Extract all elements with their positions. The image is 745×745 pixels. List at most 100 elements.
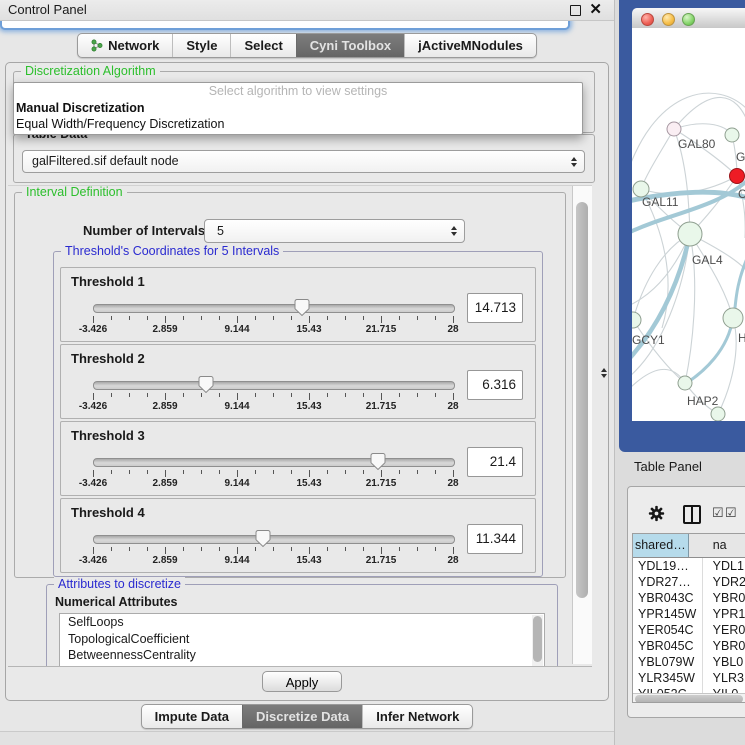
slider-scale <box>93 470 453 478</box>
threshold-slider[interactable] <box>93 304 455 313</box>
checkbox-icon[interactable]: ☑ <box>725 506 737 519</box>
table-horizontal-scrollbar-thumb[interactable] <box>635 695 743 703</box>
slider-scale <box>93 393 453 401</box>
network-window-titlebar[interactable] <box>632 8 745 29</box>
attributes-group: Attributes to discretize Numerical Attri… <box>46 584 558 667</box>
close-window-icon[interactable]: ✕ <box>589 0 602 19</box>
network-node-green[interactable] <box>723 308 743 328</box>
network-node-red[interactable] <box>730 169 745 184</box>
list-item[interactable]: BetweennessCentrality <box>60 647 544 664</box>
bottom-tab-group: Impute Data Discretize Data Infer Network <box>141 704 474 729</box>
network-node-green[interactable] <box>678 376 692 390</box>
threshold-slider[interactable] <box>93 535 455 544</box>
threshold-value-field[interactable]: 6.316 <box>467 370 523 400</box>
threshold-panel-1: Threshold 1-3.4262.8599.14415.4321.71528… <box>60 267 536 342</box>
threshold-value-field[interactable]: 21.4 <box>467 447 523 477</box>
top-tab-group: NetworkStyleSelectCyni ToolboxjActiveMNo… <box>77 33 537 58</box>
column-header-2[interactable]: na <box>689 534 745 557</box>
threshold-value-field[interactable]: 14.713 <box>467 293 523 323</box>
list-item[interactable]: TopologicalCoefficient <box>60 631 544 648</box>
dropdown-option-equal-width-frequency-discretization[interactable]: Equal Width/Frequency Discretization <box>14 116 582 132</box>
table-data-group: Table Data galFiltered.sif default node <box>13 134 595 183</box>
table-row[interactable]: YLR345WYLR3 <box>633 670 745 686</box>
gear-icon[interactable] <box>648 505 665 527</box>
table-row[interactable]: YBL079WYBL0 <box>633 654 745 670</box>
table-row[interactable]: YBR045CYBR0 <box>633 638 745 654</box>
toolbox-tab-bar: NetworkStyleSelectCyni ToolboxjActiveMNo… <box>0 33 614 58</box>
tick-label: 15.43 <box>296 478 321 489</box>
float-window-icon[interactable] <box>570 5 581 16</box>
table-data-combobox-value: galFiltered.sif default node <box>32 151 179 172</box>
list-item[interactable]: SelfLoops <box>60 614 544 631</box>
threshold-slider[interactable] <box>93 458 455 467</box>
table-row[interactable]: YPR145WYPR1 <box>633 606 745 622</box>
tab-select[interactable]: Select <box>230 34 295 57</box>
tick-label: 15.43 <box>296 555 321 566</box>
cell-name: YPR1 <box>703 606 745 622</box>
tab-impute-data[interactable]: Impute Data <box>142 705 242 728</box>
tab-discretize-data[interactable]: Discretize Data <box>242 705 362 728</box>
network-node-green[interactable] <box>711 407 725 421</box>
close-traffic-light[interactable] <box>641 13 654 26</box>
cell-name: YLR3 <box>703 670 745 686</box>
settings-vertical-scrollbar-thumb[interactable] <box>576 202 588 598</box>
tab-infer-network[interactable]: Infer Network <box>362 705 472 728</box>
table-panel-title: Table Panel <box>634 459 702 474</box>
slider-scale-labels: -3.4262.8599.14415.4321.71528 <box>93 324 453 336</box>
table-data-combobox[interactable]: galFiltered.sif default node <box>22 150 585 173</box>
algorithm-dropdown-popup: Select algorithm to view settings Manual… <box>13 82 583 135</box>
settings-vertical-scrollbar[interactable] <box>572 186 592 664</box>
network-node-pink[interactable] <box>667 122 681 136</box>
threshold-slider[interactable] <box>93 381 455 390</box>
apply-button[interactable]: Apply <box>262 671 342 692</box>
network-node-green[interactable] <box>725 128 739 142</box>
column-header-1[interactable]: shared… <box>633 534 689 557</box>
checkbox-icon[interactable]: ☑ <box>712 506 724 519</box>
combo-arrows-icon <box>451 226 457 236</box>
slider-scale-labels: -3.4262.8599.14415.4321.71528 <box>93 401 453 413</box>
tab-cyni-toolbox[interactable]: Cyni Toolbox <box>296 34 404 57</box>
table-row[interactable]: YDL19…YDL1 <box>633 558 745 574</box>
table-row[interactable]: YER054CYER0 <box>633 622 745 638</box>
zoom-traffic-light[interactable] <box>682 13 695 26</box>
list-scrollbar-thumb[interactable] <box>533 616 542 662</box>
node-label: GCY1 <box>632 333 665 347</box>
network-icon <box>91 39 103 52</box>
interval-definition-group: Interval Definition Number of Intervals … <box>14 192 566 578</box>
dropdown-option-manual-discretization[interactable]: Manual Discretization <box>14 100 582 116</box>
tick-label: 9.144 <box>224 401 249 412</box>
tab-network[interactable]: Network <box>78 34 172 57</box>
list-scrollbar[interactable] <box>532 615 543 667</box>
number-of-intervals-combobox[interactable]: 5 <box>204 219 465 243</box>
network-node-green[interactable] <box>632 312 641 328</box>
tab-label: Discretize Data <box>256 705 349 728</box>
minimize-traffic-light[interactable] <box>662 13 675 26</box>
threshold-value-field[interactable]: 11.344 <box>467 524 523 554</box>
group-title-discretization-algorithm: Discretization Algorithm <box>21 64 160 78</box>
columns-icon[interactable] <box>683 505 701 524</box>
tab-style[interactable]: Style <box>172 34 230 57</box>
network-canvas[interactable]: GAL80GAGAL11CGAL4GCY1HHAP2 <box>632 28 745 421</box>
window-title: Control Panel <box>8 0 87 20</box>
table-row[interactable]: YBR043CYBR0 <box>633 590 745 606</box>
dropdown-hint: Select algorithm to view settings <box>14 83 582 100</box>
tick-label: 15.43 <box>296 324 321 335</box>
cell-name: YBR0 <box>703 590 745 606</box>
cell-name: YDL1 <box>703 558 745 574</box>
table-row[interactable]: YIL052CYIL0 <box>633 686 745 693</box>
threshold-label: Threshold 4 <box>71 505 145 520</box>
cell-shared-name: YDL19… <box>633 558 703 574</box>
table-row[interactable]: YDR27…YDR2 <box>633 574 745 590</box>
network-node-green[interactable] <box>678 222 702 246</box>
tab-jactivemnodules[interactable]: jActiveMNodules <box>404 34 536 57</box>
tick-label: 15.43 <box>296 401 321 412</box>
tick-label: -3.426 <box>79 401 107 412</box>
cell-name: YBL0 <box>703 654 745 670</box>
table-horizontal-scrollbar[interactable] <box>633 693 745 703</box>
tick-label: 2.859 <box>152 478 177 489</box>
numerical-attributes-list[interactable]: SelfLoopsTopologicalCoefficientBetweenne… <box>59 613 545 667</box>
thresholds-group: Threshold's Coordinates for 5 Intervals … <box>53 251 543 577</box>
cell-shared-name: YBL079W <box>633 654 703 670</box>
tick-label: 9.144 <box>224 324 249 335</box>
node-label: GAL11 <box>642 195 679 209</box>
